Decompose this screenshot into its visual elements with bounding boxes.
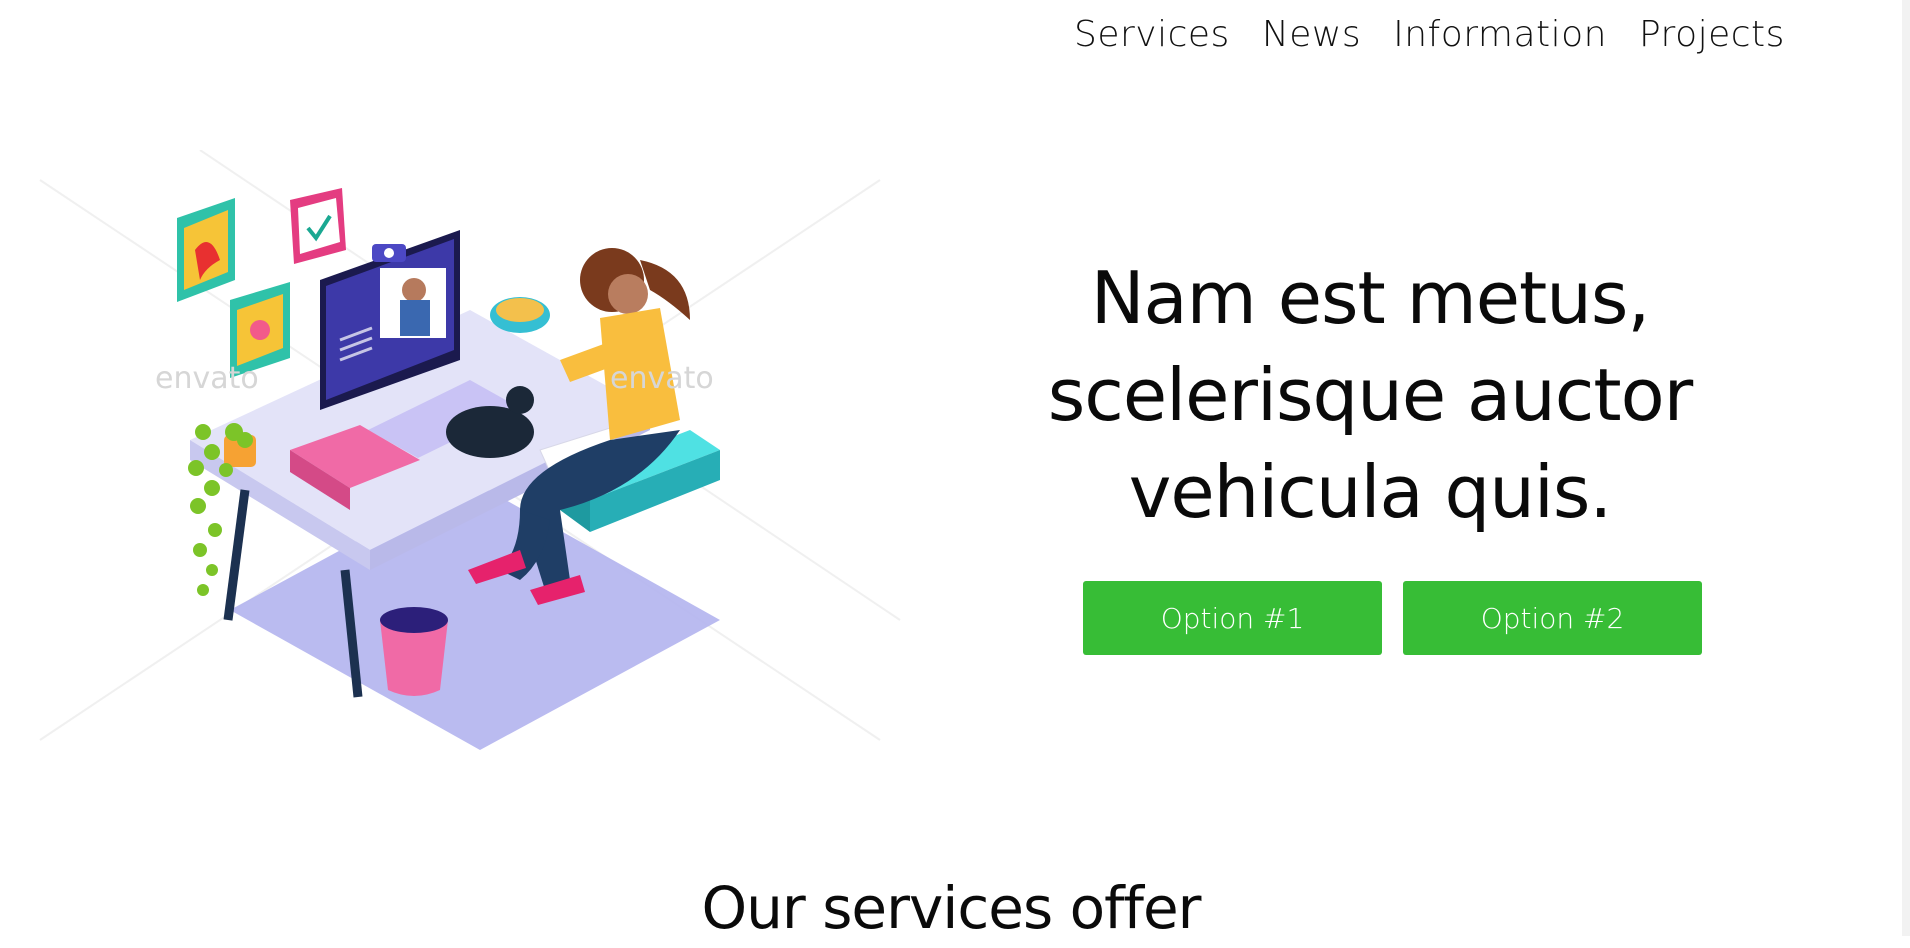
hero-title-line-2: scelerisque auctor bbox=[1047, 353, 1694, 437]
hero-buttons: Option #1 Option #2 bbox=[1083, 581, 1702, 655]
hero-title-line-3: vehicula quis. bbox=[1128, 450, 1613, 534]
hero-illustration: envato envato bbox=[0, 149, 910, 750]
option-1-button[interactable]: Option #1 bbox=[1083, 581, 1382, 655]
nav-item-news[interactable]: News bbox=[1262, 14, 1361, 55]
top-nav: Services News Information Projects bbox=[1074, 14, 1785, 55]
nav-item-services[interactable]: Services bbox=[1074, 14, 1230, 55]
nav-item-information[interactable]: Information bbox=[1393, 14, 1607, 55]
svg-text:envato: envato bbox=[155, 361, 259, 396]
option-2-button[interactable]: Option #2 bbox=[1403, 581, 1702, 655]
nav-item-projects[interactable]: Projects bbox=[1639, 14, 1785, 55]
hero-title: Nam est metus, scelerisque auctor vehicu… bbox=[1020, 250, 1720, 541]
hero-title-line-1: Nam est metus, bbox=[1090, 256, 1651, 340]
page-scrollbar[interactable] bbox=[1902, 0, 1910, 936]
services-heading: Our services offer bbox=[701, 874, 1202, 942]
svg-text:envato: envato bbox=[610, 361, 714, 396]
hero-section: Nam est metus, scelerisque auctor vehicu… bbox=[1020, 250, 1720, 541]
